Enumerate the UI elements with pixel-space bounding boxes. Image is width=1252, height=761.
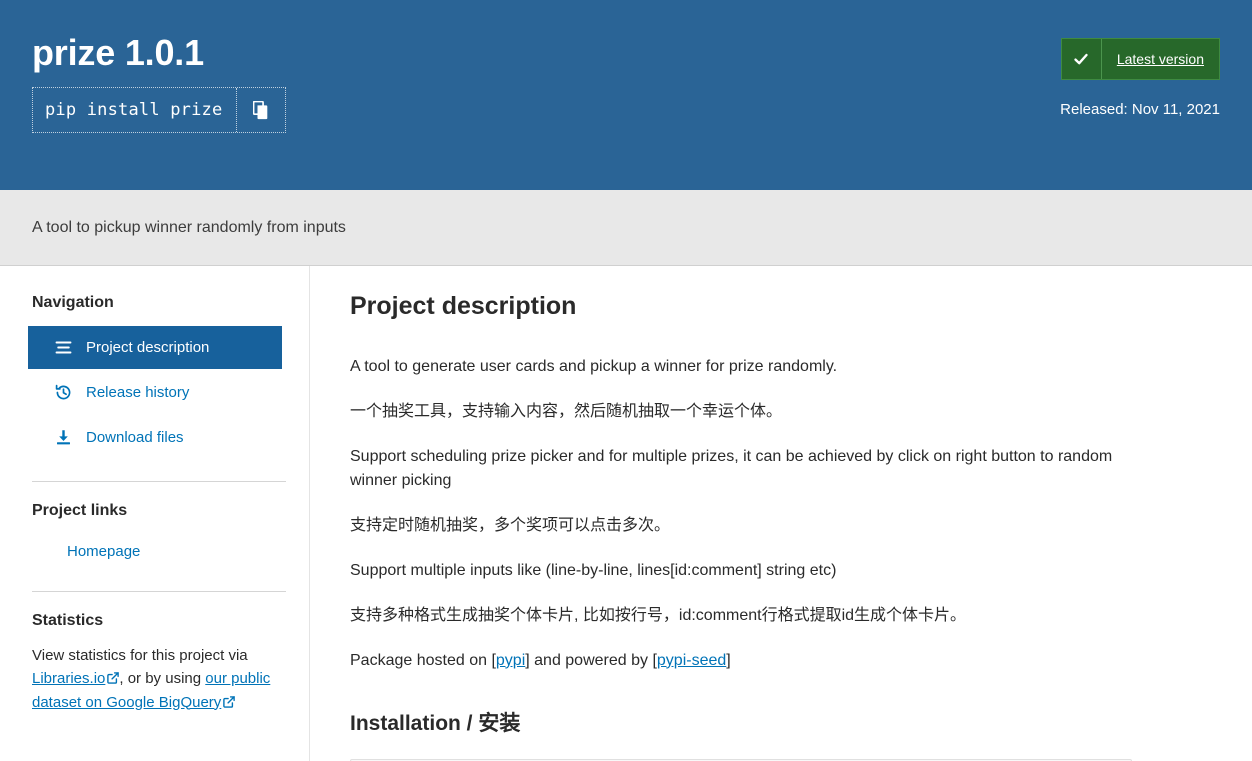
- sidebar-item-release-history[interactable]: Release history: [32, 371, 285, 414]
- pypi-seed-link[interactable]: pypi-seed: [657, 652, 726, 669]
- history-icon: [54, 384, 72, 401]
- navigation-heading: Navigation: [32, 294, 114, 311]
- page-title: prize 1.0.1: [32, 32, 204, 73]
- external-link-icon: [223, 695, 236, 708]
- package-header-banner: prize 1.0.1 pip install prize Latest ver…: [0, 0, 1252, 190]
- released-date: Released: Nov 11, 2021: [1060, 101, 1220, 118]
- statistics-description: View statistics for this project via Lib…: [32, 644, 285, 714]
- sidebar-item-label: Download files: [86, 429, 184, 446]
- copy-icon-glyph: [252, 100, 268, 120]
- sidebar-item-project-description[interactable]: Project description: [28, 326, 282, 369]
- install-command-text: pip install prize: [33, 88, 238, 133]
- statistics-heading: Statistics: [32, 612, 104, 629]
- project-link-homepage[interactable]: Homepage: [32, 534, 285, 571]
- sidebar: Navigation Project description Release h…: [0, 266, 310, 761]
- package-summary-bar: A tool to pickup winner randomly from in…: [0, 190, 1252, 266]
- sidebar-item-label: Release history: [86, 384, 190, 401]
- libraries-io-link[interactable]: Libraries.io: [32, 670, 105, 687]
- project-description-title: Project description: [350, 292, 577, 320]
- history-icon-glyph: [55, 384, 70, 400]
- download-icon-glyph: [56, 430, 70, 445]
- status-badge[interactable]: Latest version: [1060, 38, 1220, 80]
- external-link-icon: [107, 672, 120, 685]
- description-paragraph: 一个抽奖工具，支持输入内容，然后随机抽取一个幸运个体。: [350, 402, 783, 420]
- main-content: Project description A tool to generate u…: [310, 266, 1252, 761]
- statistics-lead-text: View statistics for this project via: [32, 647, 248, 664]
- description-paragraph: 支持定时随机抽奖，多个奖项可以点击多次。: [350, 517, 671, 535]
- description-paragraph: Support scheduling prize picker and for …: [350, 447, 1113, 490]
- hosted-on-paragraph: Package hosted on [pypi] and powered by …: [350, 649, 1140, 674]
- hosted-middle-text: ] and powered by [: [525, 651, 657, 669]
- package-summary-text: A tool to pickup winner randomly from in…: [32, 218, 346, 236]
- check-icon-glyph: [1074, 53, 1089, 65]
- page-body: Navigation Project description Release h…: [0, 266, 1252, 761]
- check-icon: [1062, 39, 1102, 79]
- list-icon: [54, 339, 72, 356]
- statistics-middle-text: , or by using: [119, 670, 206, 688]
- external-link-icon-glyph: [223, 695, 236, 708]
- pypi-link[interactable]: pypi: [496, 652, 525, 669]
- installation-section-title: Installation / 安装: [350, 712, 521, 736]
- description-paragraph: A tool to generate user cards and pickup…: [350, 358, 838, 375]
- banner-left-group: prize 1.0.1 pip install prize: [32, 32, 287, 134]
- hosted-suffix-text: ]: [726, 651, 731, 669]
- download-icon: [54, 429, 72, 446]
- external-link-icon-glyph: [107, 672, 120, 685]
- project-link-label: Homepage: [67, 543, 141, 560]
- description-paragraph: 支持多种格式生成抽奖个体卡片, 比如按行号，id:comment行格式提取id生…: [350, 606, 967, 624]
- sidebar-item-label: Project description: [86, 339, 210, 356]
- install-command-box[interactable]: pip install prize: [32, 87, 287, 134]
- hosted-prefix-text: Package hosted on [: [350, 651, 496, 669]
- copy-icon[interactable]: [237, 88, 285, 132]
- sidebar-divider-2: [32, 591, 286, 592]
- navigation-list: Project description Release history Down…: [28, 326, 285, 459]
- banner-right-group: Latest version Released: Nov 11, 2021: [1060, 32, 1220, 118]
- project-links-heading: Project links: [32, 502, 128, 519]
- description-paragraph: Support multiple inputs like (line-by-li…: [350, 561, 837, 579]
- list-icon-glyph: [55, 341, 71, 354]
- sidebar-divider-1: [32, 481, 286, 482]
- latest-version-link[interactable]: Latest version: [1102, 39, 1219, 79]
- sidebar-item-download-files[interactable]: Download files: [32, 416, 285, 459]
